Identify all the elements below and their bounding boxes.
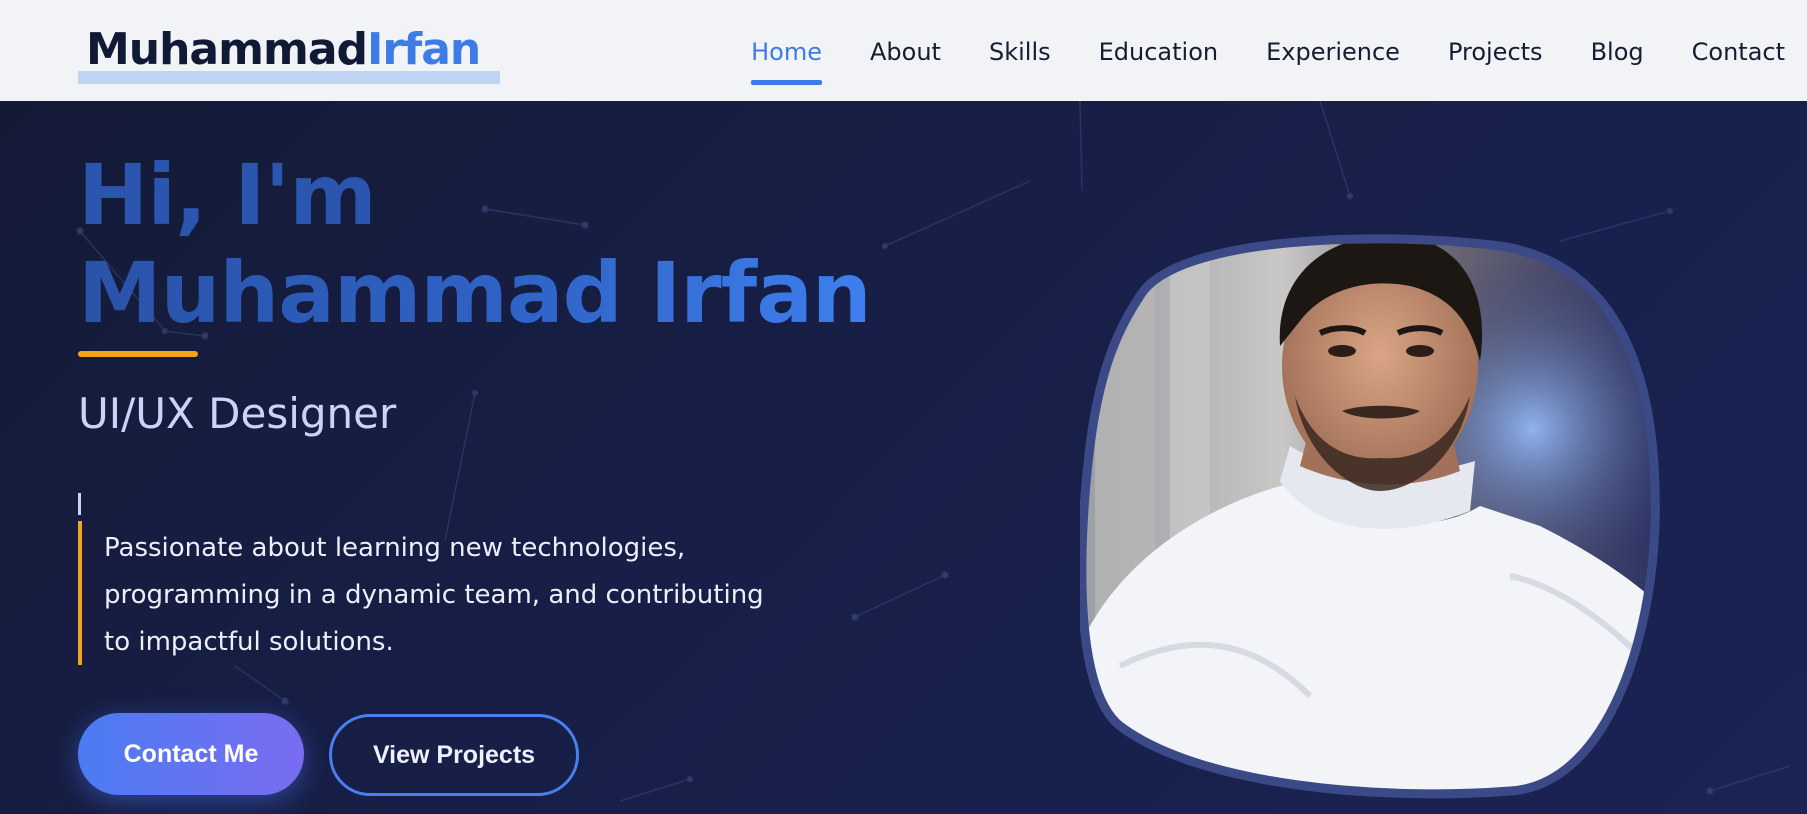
logo-first-name: Muhammad [86, 24, 368, 75]
description-line: to impactful solutions. [104, 627, 394, 657]
typing-cursor [78, 493, 81, 515]
site-header: MuhammadIrfan Home About Skills Educatio… [0, 0, 1807, 101]
hero-name: Muhammad Irfan [78, 244, 872, 342]
hero-role: UI/UX Designer [78, 389, 397, 438]
hero-section: Hi, I'm Muhammad Irfan UI/UX Designer Pa… [0, 101, 1807, 814]
view-projects-button[interactable]: View Projects [329, 714, 579, 796]
contact-me-button[interactable]: Contact Me [78, 713, 304, 795]
title-accent-underline [78, 351, 198, 357]
profile-photo-illustration [1080, 234, 1660, 799]
main-nav: Home About Skills Education Experience P… [751, 38, 1785, 86]
description-line: Passionate about learning new technologi… [104, 533, 686, 563]
nav-item-skills[interactable]: Skills [989, 38, 1051, 86]
logo-last-name: Irfan [367, 24, 481, 75]
nav-item-education[interactable]: Education [1099, 38, 1218, 86]
nav-item-experience[interactable]: Experience [1266, 38, 1400, 86]
description-line: programming in a dynamic team, and contr… [104, 580, 764, 610]
profile-photo [1080, 226, 1660, 806]
logo-text: MuhammadIrfan [78, 22, 488, 78]
nav-item-about[interactable]: About [870, 38, 941, 86]
nav-item-blog[interactable]: Blog [1591, 38, 1644, 86]
hero-greeting: Hi, I'm [78, 146, 377, 244]
site-logo[interactable]: MuhammadIrfan [78, 22, 501, 84]
nav-item-home[interactable]: Home [751, 38, 822, 86]
hero-description: Passionate about learning new technologi… [78, 521, 798, 665]
nav-item-projects[interactable]: Projects [1448, 38, 1543, 86]
nav-item-contact[interactable]: Contact [1692, 38, 1785, 86]
